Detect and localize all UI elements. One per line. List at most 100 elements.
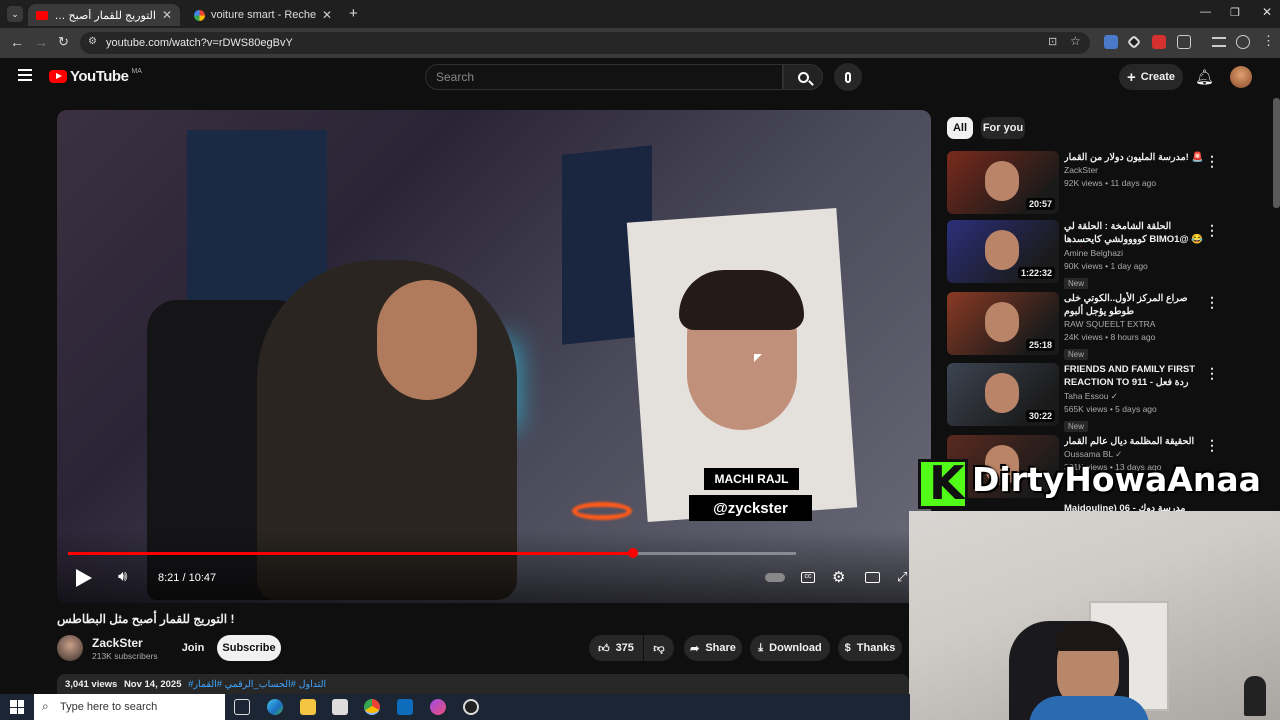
more-options-icon[interactable]: ⋮ [1205,222,1219,239]
microsoft-store-icon[interactable] [332,699,348,715]
thanks-button[interactable]: $ Thanks [838,635,902,661]
voice-search-button[interactable] [834,63,862,91]
extensions-puzzle-icon[interactable] [1177,35,1191,49]
download-button[interactable]: ⤓ Download [750,635,830,661]
play-button[interactable] [76,569,92,587]
dislike-button[interactable]: 👎︎ [644,635,674,661]
tab-google-search[interactable]: voiture smart - Recherche Goog ✕ [186,4,340,26]
recommendation-channel[interactable]: ZackSter [1064,164,1204,177]
fullscreen-icon[interactable]: ⤢ [897,569,907,585]
more-options-icon[interactable]: ⋮ [1205,153,1219,170]
recommendation-thumbnail[interactable]: 25:18 [947,292,1059,355]
tab-title: التوريج للقمار أصبح مثل البطاطس [54,9,156,22]
url-field[interactable]: ⚙ youtube.com/watch?v=rDWS80egBvY ⊡ ☆ [80,32,1090,54]
miniplayer-icon[interactable] [865,572,880,583]
hamburger-menu-icon[interactable] [18,69,32,81]
reload-icon[interactable]: ↻ [58,34,69,50]
tab-youtube-video[interactable]: التوريج للقمار أصبح مثل البطاطس ✕ [28,4,180,26]
file-explorer-icon[interactable] [300,699,316,715]
description-box[interactable]: 3,041 views Nov 14, 2025 #التداول #الحسا… [57,674,909,696]
messenger-app-icon[interactable] [430,699,446,715]
edge-browser-icon[interactable] [267,699,283,715]
install-app-icon[interactable]: ⊡ [1048,35,1057,48]
recommendation-channel[interactable]: Amine Belghazi [1064,247,1204,260]
subscribe-button[interactable]: Subscribe [217,635,281,661]
obs-studio-icon[interactable] [463,699,479,715]
share-button[interactable]: ➦ Share [684,635,742,661]
forward-arrow-icon[interactable]: → [34,34,48,50]
bookmark-star-icon[interactable]: ☆ [1070,34,1081,48]
captions-icon[interactable]: cc [801,572,815,583]
scrollbar[interactable] [1273,98,1280,208]
minimize-window-icon[interactable]: — [1200,6,1211,18]
recommendation-title[interactable]: صراع المركز الأول..الكوتي خلى طوطو يؤجل … [1064,292,1204,318]
video-duration: 30:22 [1025,410,1055,422]
recommendation-title[interactable]: مدرسة المليون دولار من القمار! 🚨 [1064,151,1204,164]
youtube-logo[interactable]: YouTube MA [49,68,142,85]
close-tab-icon[interactable]: ✕ [162,8,172,22]
recommendation-title[interactable]: FRIENDS AND FAMILY FIRST REACTION TO 911… [1064,363,1204,390]
extension-red-icon[interactable] [1152,35,1166,49]
restore-window-icon[interactable]: ❐ [1230,6,1240,19]
recommendation-item[interactable]: 30:22 FRIENDS AND FAMILY FIRST REACTION … [947,363,1227,432]
volume-icon[interactable]: 🔊︎ [118,568,127,585]
create-button[interactable]: + Create [1119,64,1183,90]
recommendation-item[interactable]: 1:22:32 الحلقة الشامخة : الحلقة لي كوووو… [947,220,1227,289]
like-count: 375 [615,642,634,654]
search-input[interactable]: Search [425,64,783,90]
youtube-wordmark: YouTube [70,68,129,85]
recommendation-thumbnail[interactable]: 20:57 [947,151,1059,214]
thumbnail-face [985,302,1019,342]
hashtags[interactable]: #التداول #الحساب_الرقمي #القمار [188,679,326,690]
webcam-figurine [1244,676,1266,716]
recommendation-thumbnail[interactable]: 1:22:32 [947,220,1059,283]
chip-all[interactable]: All [947,117,973,139]
tab-list-button[interactable]: ⌄ [7,6,23,22]
back-arrow-icon[interactable]: ← [10,34,24,50]
chip-for-you[interactable]: For you [981,117,1025,139]
close-tab-icon[interactable]: ✕ [322,8,332,22]
share-label: Share [705,642,736,654]
windows-start-icon[interactable] [10,700,24,714]
more-options-icon[interactable]: ⋮ [1205,294,1219,311]
overlay-caption: MACHI RAJL [714,472,789,486]
settings-gear-icon[interactable]: ⚙ [832,568,845,586]
outlook-icon[interactable] [397,699,413,715]
recommendation-info: الحلقة الشامخة : الحلقة لي كوووولشي كايح… [1064,220,1204,291]
profile-icon[interactable] [1236,35,1250,49]
autoplay-toggle[interactable] [765,573,785,582]
recommendation-item[interactable]: 25:18 صراع المركز الأول..الكوتي خلى طوطو… [947,292,1227,360]
channel-avatar[interactable] [57,635,83,661]
progress-bar[interactable] [68,552,796,555]
join-button[interactable]: Join [174,635,212,661]
recommendation-title[interactable]: الحلقة الشامخة : الحلقة لي كوووولشي كايح… [1064,220,1204,247]
close-window-icon[interactable]: ✕ [1262,5,1272,19]
video-player[interactable]: MACHI RAJL @zyckster 🔊︎ 8:21 / 10:47 cc … [57,110,931,603]
recommendation-title[interactable]: الحقيقة المظلمة ديال عالم القمار [1064,435,1204,448]
recommendation-thumbnail[interactable]: 30:22 [947,363,1059,426]
chrome-icon[interactable] [364,699,380,715]
more-options-icon[interactable]: ⋮ [1205,365,1219,382]
reading-list-icon[interactable] [1212,37,1226,47]
site-info-icon[interactable]: ⚙ [88,36,97,47]
task-view-icon[interactable] [234,699,250,715]
channel-name[interactable]: ZackSter [92,636,143,650]
notifications-bell-icon[interactable]: 🔔︎ [1195,68,1214,86]
translate-extension-icon[interactable] [1104,35,1118,49]
recommendation-channel[interactable]: RAW SQUEELT EXTRA [1064,318,1204,331]
more-options-icon[interactable]: ⋮ [1205,437,1219,454]
extension-diamond-icon[interactable] [1126,34,1142,50]
subscribe-label: Subscribe [222,642,276,654]
browser-menu-icon[interactable]: ⋮ [1262,33,1275,49]
video-frame-face [377,280,477,400]
recommendation-channel[interactable]: Taha Essou ✓ [1064,390,1204,403]
taskbar-search-input[interactable]: ⌕ Type here to search [34,694,225,720]
search-button[interactable] [783,64,823,90]
like-button[interactable]: 👍︎ 375 [589,635,643,661]
recommendation-item[interactable]: 20:57 مدرسة المليون دولار من القمار! 🚨 Z… [947,151,1227,215]
thumbnail-face [985,373,1019,413]
scrubber-handle[interactable] [627,548,638,558]
account-avatar[interactable] [1230,66,1252,88]
download-arrow-icon: ⤓ [758,641,764,654]
new-tab-button[interactable]: + [349,5,358,22]
